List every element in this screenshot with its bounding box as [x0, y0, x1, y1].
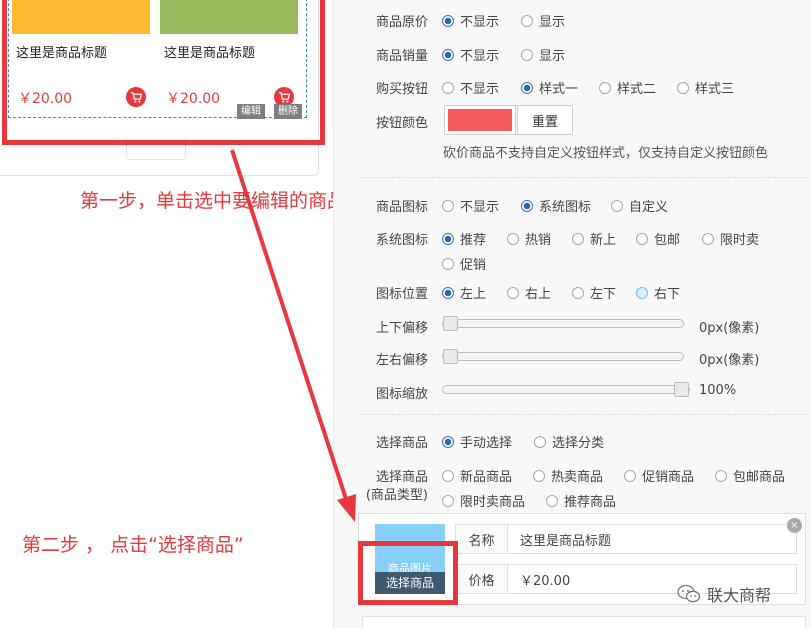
arrow-line	[230, 149, 349, 503]
annotation-arrow	[230, 149, 356, 522]
arrow-head	[337, 494, 356, 522]
